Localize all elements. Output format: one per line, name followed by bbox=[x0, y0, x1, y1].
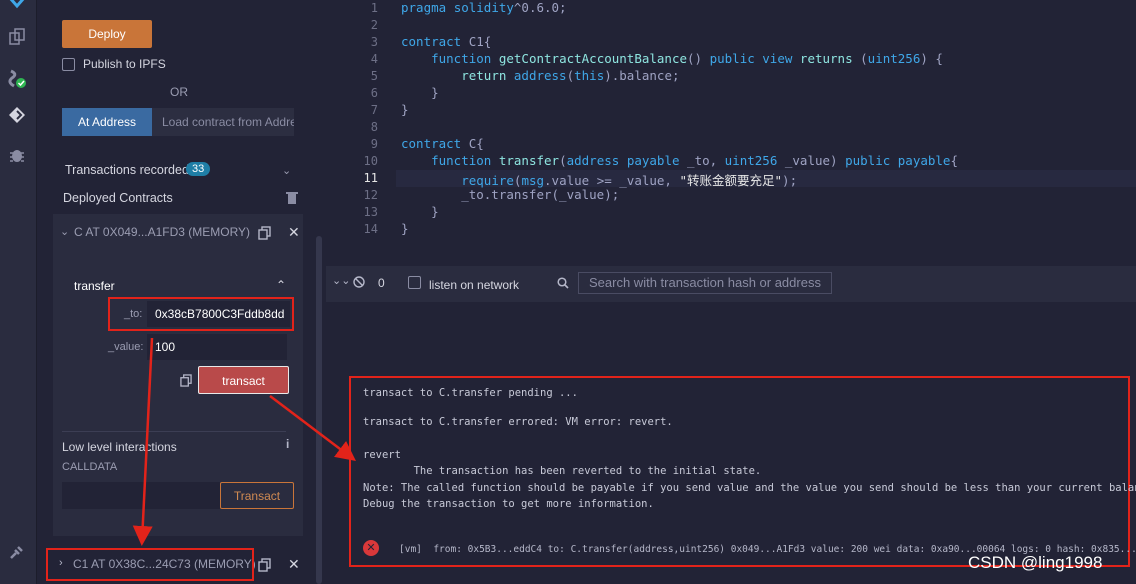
panel-scrollbar[interactable] bbox=[316, 236, 322, 584]
code-line-4: function getContractAccountBalance() pub… bbox=[431, 51, 943, 66]
calldata-input[interactable] bbox=[62, 482, 220, 509]
file-explorer-icon[interactable] bbox=[6, 28, 28, 50]
code-line-5: return address(this).balance; bbox=[461, 68, 680, 83]
log-line-pending: transact to C.transfer pending ... bbox=[363, 387, 578, 399]
at-address-button[interactable]: At Address bbox=[62, 108, 152, 136]
log-line-errored: transact to C.transfer errored: VM error… bbox=[363, 416, 673, 428]
log-line-debug: Debug the transaction to get more inform… bbox=[363, 498, 654, 510]
line-number: 4 bbox=[370, 52, 378, 66]
deploy-run-icon[interactable] bbox=[6, 106, 28, 128]
param-value-input[interactable]: 100 bbox=[147, 334, 287, 360]
chevron-down-icon[interactable]: ⌄ bbox=[282, 164, 291, 177]
transaction-log: transact to C.transfer pending ... trans… bbox=[349, 376, 1136, 567]
low-level-interactions-label: Low level interactions bbox=[62, 440, 177, 454]
line-number: 1 bbox=[370, 1, 378, 15]
publish-ipfs-checkbox[interactable] bbox=[62, 58, 75, 71]
error-icon: ✕ bbox=[363, 540, 379, 556]
transaction-search-input[interactable]: Search with transaction hash or address bbox=[578, 272, 832, 294]
line-number: 10 bbox=[363, 154, 378, 168]
annotation-box-c1 bbox=[46, 548, 254, 581]
transact-button[interactable]: transact bbox=[198, 366, 289, 394]
instance-c-title[interactable]: C AT 0X049...A1FD3 (MEMORY) bbox=[74, 225, 250, 239]
log-line-reverted: The transaction has been reverted to the… bbox=[363, 465, 762, 477]
line-number: 7 bbox=[370, 103, 378, 117]
compiler-icon[interactable] bbox=[6, 68, 28, 90]
copy-icon[interactable] bbox=[180, 374, 192, 392]
line-number: 8 bbox=[370, 120, 378, 134]
code-editor[interactable]: 1 2 3 4 5 6 7 8 9 10 11 12 13 14 pragma … bbox=[326, 0, 1136, 266]
code-line-3: contract C1{ bbox=[401, 34, 492, 49]
line-number: 14 bbox=[363, 222, 378, 236]
function-name: transfer bbox=[74, 279, 115, 293]
line-number: 9 bbox=[370, 137, 378, 151]
code-line-1: pragma solidity^0.6.0; bbox=[401, 0, 567, 15]
remix-logo-icon[interactable] bbox=[6, 0, 28, 16]
param-value-label: _value: bbox=[108, 341, 144, 353]
line-number: 6 bbox=[370, 86, 378, 100]
divider bbox=[62, 431, 286, 432]
load-contract-address-input[interactable]: Load contract from Address bbox=[152, 108, 294, 136]
block-icon[interactable] bbox=[353, 275, 365, 293]
line-number: 13 bbox=[363, 205, 378, 219]
chevron-down-icon[interactable]: ⌄ bbox=[60, 225, 69, 238]
chevron-up-icon[interactable]: ⌃ bbox=[276, 278, 286, 292]
publish-ipfs-label: Publish to IPFS bbox=[83, 57, 166, 71]
low-level-transact-button[interactable]: Transact bbox=[220, 482, 294, 509]
or-label: OR bbox=[170, 85, 188, 99]
double-chevron-down-icon[interactable]: ⌄⌄ bbox=[332, 274, 350, 287]
deployed-contracts-label: Deployed Contracts bbox=[63, 191, 173, 205]
close-icon[interactable]: ✕ bbox=[288, 556, 300, 573]
line-number: 5 bbox=[370, 69, 378, 83]
line-number: 2 bbox=[370, 18, 378, 32]
copy-icon[interactable] bbox=[258, 558, 271, 577]
line-number-current: 11 bbox=[363, 171, 378, 185]
info-icon[interactable]: i bbox=[286, 437, 289, 451]
csdn-watermark: CSDN @ling1998 bbox=[968, 553, 1103, 572]
listen-network-label: listen on network bbox=[429, 278, 520, 292]
log-line-revert: revert bbox=[363, 449, 401, 461]
close-icon[interactable]: ✕ bbox=[288, 224, 300, 241]
line-number: 3 bbox=[370, 35, 378, 49]
code-line-13: } bbox=[401, 204, 439, 219]
code-line-14: } bbox=[401, 221, 409, 236]
transactions-count-badge: 33 bbox=[186, 162, 211, 176]
code-line-9: contract C{ bbox=[401, 136, 484, 151]
copy-icon[interactable] bbox=[258, 226, 271, 245]
code-line-6: } bbox=[401, 85, 439, 100]
line-number: 12 bbox=[363, 188, 378, 202]
code-line-12: _to.transfer(_value); bbox=[401, 187, 620, 202]
log-line-note: Note: The called function should be paya… bbox=[363, 482, 1136, 494]
icon-sidebar bbox=[0, 0, 37, 584]
annotation-box-to bbox=[108, 297, 294, 331]
code-line-10: function transfer(address payable _to, u… bbox=[431, 153, 958, 168]
transactions-recorded-label[interactable]: Transactions recorded bbox=[65, 163, 189, 177]
calldata-label: CALLDATA bbox=[62, 461, 118, 473]
deploy-button[interactable]: Deploy bbox=[62, 20, 152, 48]
debugger-icon[interactable] bbox=[6, 146, 28, 168]
pending-count: 0 bbox=[378, 276, 385, 290]
trash-icon[interactable] bbox=[286, 191, 298, 209]
listen-network-checkbox[interactable] bbox=[408, 276, 421, 289]
code-line-7: } bbox=[401, 102, 409, 117]
settings-plug-icon[interactable] bbox=[6, 543, 28, 565]
search-icon bbox=[557, 276, 569, 294]
